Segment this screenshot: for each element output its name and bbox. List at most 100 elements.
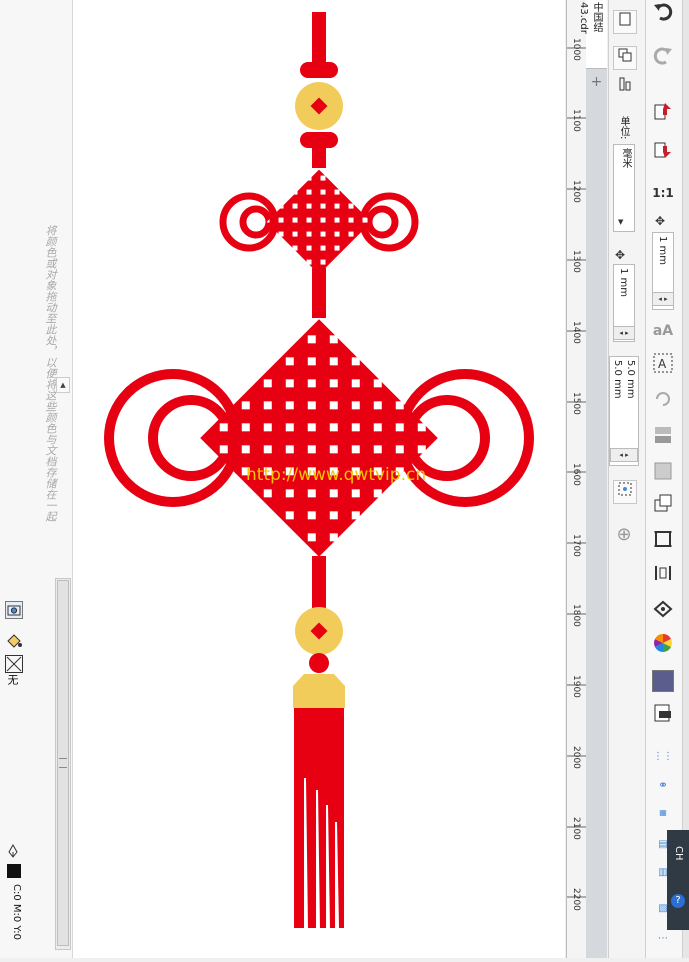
ruler-label: 2000 (571, 746, 581, 769)
small-knot-left-inner-loop (239, 205, 273, 239)
units-dropdown-icon: ▼ (618, 218, 624, 226)
current-page-icon[interactable] (613, 76, 637, 100)
page-layout-icon (619, 77, 631, 91)
nudge-spinner[interactable]: ◂ ▸ (613, 326, 635, 340)
text-frame-icon[interactable]: A (650, 352, 676, 378)
pen-icon[interactable] (5, 843, 23, 861)
pdf-icon (654, 704, 671, 722)
top-cord (312, 12, 326, 68)
rotate-icon[interactable] (650, 388, 676, 414)
right-docker-edge (682, 0, 689, 958)
dotted-grid-icon[interactable]: ⋮⋮ (650, 744, 676, 770)
ruler-label: 1900 (571, 675, 581, 698)
ruler-label: 1800 (571, 604, 581, 627)
toolbox-nudge-value: 1 mm (657, 236, 668, 266)
units-label: 单位: (618, 116, 629, 140)
dup-x-value: 5.0 mm (612, 360, 623, 399)
no-fill-label: 无 (6, 674, 19, 685)
export-icon[interactable] (650, 138, 676, 164)
ruler-label: 1100 (571, 109, 581, 132)
arrange-icon[interactable] (650, 492, 676, 518)
undo-icon[interactable] (650, 0, 676, 26)
color-status-text: C:0 M:0 Y:0 (11, 884, 22, 940)
snap-icon[interactable] (613, 480, 637, 504)
camera-icon (7, 605, 21, 616)
ime-language-label: CH (673, 846, 684, 861)
link-icon[interactable]: ⚭ (650, 772, 676, 798)
ruler-label: 1200 (571, 180, 581, 203)
align-icon[interactable] (650, 424, 676, 450)
ruler-label: 2200 (571, 888, 581, 911)
small-knot-body (266, 169, 372, 275)
scroll-up-button[interactable]: ▲ (56, 377, 70, 393)
ruler-label: 1300 (571, 250, 581, 273)
brackets-icon (655, 566, 671, 580)
top-bead (300, 62, 338, 78)
middle-cord (312, 268, 326, 318)
import-icon[interactable] (650, 100, 676, 126)
ruler-label: 1600 (571, 463, 581, 486)
nudge-move-icon: ✥ (655, 214, 666, 228)
layers-icon (654, 494, 672, 512)
pen-tool-icon[interactable] (650, 598, 676, 624)
ime-toolbar[interactable] (667, 830, 689, 930)
export-arrow-icon (654, 142, 671, 158)
pages-icon (618, 48, 632, 62)
rgb-icon[interactable]: ▦ (650, 800, 676, 826)
group-icon[interactable] (650, 460, 676, 486)
upper-bead (300, 132, 338, 148)
help-icon[interactable]: ? (671, 894, 685, 908)
page-icon (619, 12, 631, 26)
vertical-ruler[interactable]: 1000 1100 1200 1300 1400 1500 1600 1700 … (566, 0, 587, 958)
ruler-label: 2100 (571, 817, 581, 840)
undo-arrow-icon (654, 3, 673, 21)
color-swatch-icon (7, 864, 21, 878)
scroll-grip-icon (59, 758, 67, 768)
stack-icon (654, 462, 672, 480)
small-knot-right-inner-loop (365, 205, 399, 239)
watermark-url: http://www.qwtvip.cn (246, 465, 427, 485)
all-pages-icon[interactable] (613, 46, 637, 70)
redo-icon[interactable] (650, 44, 676, 70)
add-document-icon[interactable]: + (588, 74, 605, 91)
nudge-icon: ✥ (615, 248, 626, 262)
refresh-icon (656, 392, 670, 406)
color-wheel-icon[interactable] (650, 632, 676, 658)
lower-cord (312, 556, 326, 610)
duplicate-spinner[interactable]: ◂ ▸ (610, 448, 638, 462)
ruler-label: 1400 (571, 321, 581, 344)
dashed-square-icon (618, 482, 632, 496)
no-fill-icon[interactable] (5, 655, 23, 673)
nib-icon (653, 600, 673, 618)
add-icon[interactable]: ⊕ (614, 525, 634, 545)
redo-arrow-icon (653, 47, 672, 65)
ruler-label: 1700 (571, 534, 581, 557)
page-size-icon[interactable] (650, 562, 676, 588)
big-knot-body (200, 319, 438, 557)
ruler-label: 1000 (571, 38, 581, 61)
fill-icon[interactable] (5, 632, 23, 650)
dup-y-value: 5.0 mm (625, 360, 636, 399)
upper-cord (312, 146, 326, 168)
text-icon[interactable]: aA (650, 318, 676, 344)
docker-hint-text: 将颜色或对象拖动至此处，以便将这些颜色与文档存储在一起 (44, 225, 57, 522)
bottom-bead (309, 653, 329, 673)
color-picker-icon (654, 634, 672, 652)
page-portrait-icon[interactable] (613, 10, 637, 34)
toolbox-nudge-spinner[interactable]: ◂ ▸ (652, 292, 674, 306)
pdf-export-icon[interactable] (650, 702, 676, 728)
gradient-bars-icon (655, 427, 671, 443)
tassel-cap (293, 674, 345, 708)
units-value: 毫米 (620, 148, 631, 168)
ruler-label: 1500 (571, 392, 581, 415)
svg-text:A: A (658, 357, 667, 371)
color-docker-icon[interactable] (5, 601, 23, 619)
dashed-text-icon: A (653, 353, 673, 373)
zoom-ratio-button[interactable]: 1:1 (650, 180, 676, 206)
import-arrow-icon (654, 103, 671, 120)
fill-color-swatch[interactable] (652, 670, 674, 692)
nudge-value: 1 mm (618, 268, 629, 298)
crop-icon[interactable] (650, 528, 676, 554)
frame-icon (654, 531, 672, 547)
document-tab-bar (586, 0, 607, 958)
